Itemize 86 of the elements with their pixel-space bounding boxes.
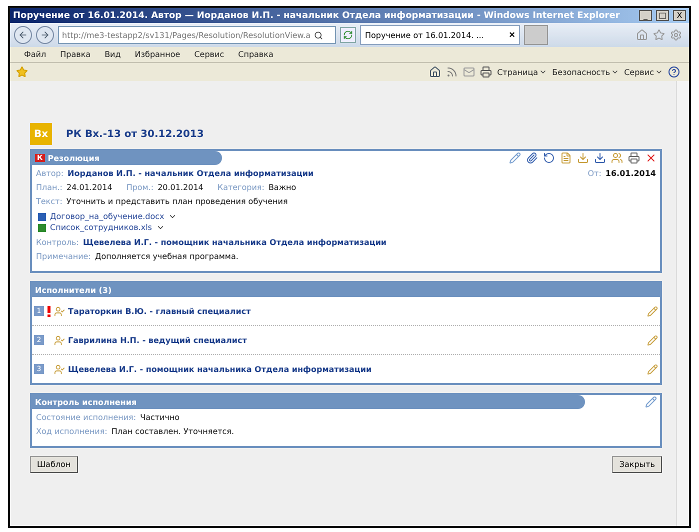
refresh-icon	[343, 30, 353, 40]
field-label: План.:	[36, 183, 62, 192]
forward-arrow-icon	[40, 30, 50, 40]
address-field[interactable]: http://me3-testapp2/sv131/Pages/Resolution/ResolutionView.a	[58, 26, 336, 44]
refresh-button[interactable]	[340, 27, 356, 43]
window-control-button[interactable]: _	[639, 10, 652, 21]
pencil-icon[interactable]	[647, 364, 658, 374]
forward-button[interactable]	[36, 26, 54, 44]
download-icon[interactable]	[577, 152, 589, 164]
attachment-link[interactable]: Договор_на_обучение.docx	[50, 212, 164, 221]
back-arrow-icon	[18, 30, 28, 40]
person-icon	[54, 364, 65, 374]
printer-icon[interactable]	[480, 66, 492, 78]
field-value: 24.01.2014	[66, 183, 112, 192]
window-control-button[interactable]: □	[656, 10, 669, 21]
action-button[interactable]: Шаблон	[30, 456, 78, 473]
field-value: Важно	[268, 183, 296, 192]
field-value: План составлен. Уточняется.	[111, 427, 234, 436]
field-value: Уточнить и представить план проведения обучения	[66, 197, 288, 206]
document-icon[interactable]	[560, 152, 572, 164]
settings-icon[interactable]	[670, 29, 682, 41]
menu-item[interactable]: Справка	[238, 50, 274, 59]
command-menu[interactable]: Страница	[497, 68, 548, 76]
executor-link[interactable]: Щевелева И.Г. - помощник начальника Отдела информатизации	[68, 364, 372, 374]
attachment-link[interactable]: Список_сотрудников.xls	[50, 223, 152, 232]
delete-icon[interactable]	[645, 152, 657, 164]
field-label: Примечание:	[36, 252, 91, 261]
help-icon[interactable]	[668, 66, 680, 78]
command-menu[interactable]: Сервис	[624, 68, 663, 76]
field-label: Автор:	[36, 169, 64, 178]
author-link[interactable]: Иорданов И.П. - начальник Отдела информатизации	[68, 169, 314, 178]
pencil-icon[interactable]	[645, 396, 657, 408]
action-button[interactable]: Закрыть	[612, 456, 662, 473]
menu-item[interactable]: Вид	[104, 50, 121, 59]
pencil-icon[interactable]	[647, 334, 658, 346]
person-icon	[54, 334, 65, 346]
field-label: Ход исполнения:	[36, 427, 108, 436]
panel-title: Резолюция	[48, 154, 100, 162]
menu-item[interactable]: Файл	[24, 50, 46, 59]
favorites-icon[interactable]	[16, 66, 28, 78]
exclamation-icon	[47, 306, 51, 316]
executor-link[interactable]: Тараторкин В.Ю. - главный специалист	[68, 306, 251, 316]
pencil-icon[interactable]	[647, 306, 658, 316]
field-label: Контроль:	[36, 238, 79, 247]
word-file-icon	[38, 212, 46, 220]
field-label: Текст:	[36, 197, 62, 206]
browser-tab[interactable]: Поручение от 16.01.2014. ... ×	[360, 25, 520, 45]
undo-icon[interactable]	[543, 152, 555, 164]
field-value: 20.01.2014	[158, 183, 204, 192]
download-icon[interactable]	[594, 152, 606, 164]
close-tab-button[interactable]: ×	[509, 30, 515, 40]
document-badge: Вх	[30, 123, 52, 145]
command-menu[interactable]: Безопасность	[552, 68, 620, 76]
home-icon[interactable]	[429, 66, 442, 78]
pencil-icon[interactable]	[509, 152, 521, 164]
star-icon[interactable]	[653, 29, 665, 41]
caret-icon	[611, 68, 620, 76]
caret-icon	[539, 68, 548, 76]
field-label: Состояние исполнения:	[36, 413, 136, 422]
panel-title: Исполнители (3)	[35, 286, 112, 294]
scrollbar[interactable]	[676, 81, 689, 526]
feed-icon[interactable]	[446, 66, 458, 78]
menu-item[interactable]: Правка	[60, 50, 91, 59]
field-label: От:	[588, 169, 602, 178]
controller-link[interactable]: Щевелева И.Г. - помощник начальника Отдела информатизации	[82, 238, 387, 247]
printer-icon[interactable]	[628, 152, 640, 164]
field-label: Пром.:	[126, 183, 154, 192]
window-control-button[interactable]: X	[673, 10, 686, 21]
document-title: РК Вх.-13 от 30.12.2013	[66, 128, 204, 140]
field-label: Категория:	[217, 183, 264, 192]
back-button[interactable]	[14, 26, 32, 44]
users-icon[interactable]	[611, 152, 623, 164]
executor-link[interactable]: Гаврилина Н.П. - ведущий специалист	[68, 336, 247, 344]
person-icon	[54, 306, 65, 316]
menu-item[interactable]: Сервис	[194, 50, 224, 59]
panel-title: Контроль исполнения	[35, 398, 137, 406]
field-value: Дополняется учебная программа.	[94, 252, 238, 261]
paperclip-icon[interactable]	[526, 152, 538, 164]
spreadsheet-file-icon	[38, 224, 46, 232]
search-icon[interactable]	[314, 30, 322, 40]
window-title: Поручение от 16.01.2014. Автор — Иорданов И.П. - начальник Отдела информатизации - Windows Internet Explorer	[13, 10, 621, 20]
field-value: Частично	[140, 413, 180, 422]
menu-item[interactable]: Избранное	[134, 50, 180, 59]
field-value: 16.01.2014	[605, 169, 656, 178]
mail-icon[interactable]	[463, 66, 476, 78]
caret-icon	[655, 68, 663, 76]
